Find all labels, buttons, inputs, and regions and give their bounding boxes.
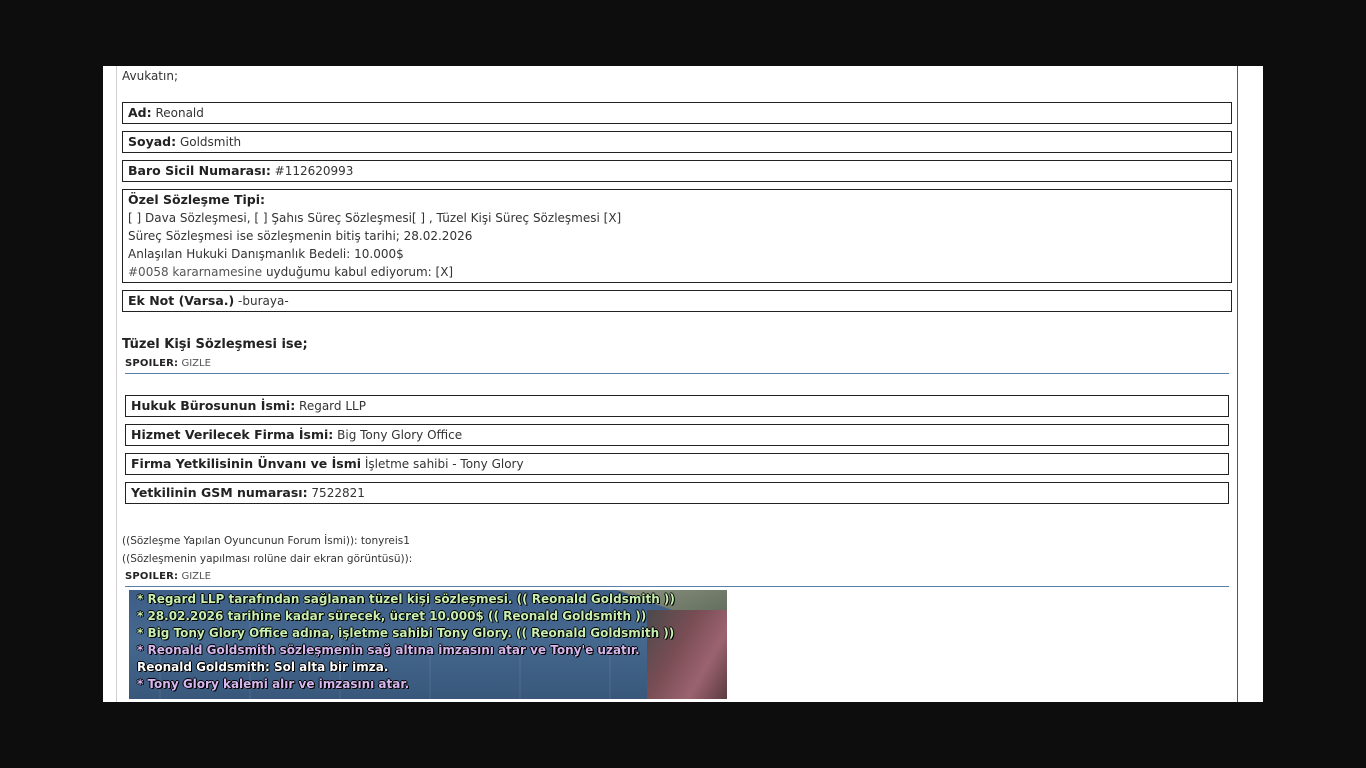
field-label: Soyad:: [128, 134, 177, 149]
decree-text: uyduğumu kabul ediyorum: [X]: [262, 265, 454, 279]
field-law-firm: Hukuk Bürosunun İsmi: Regard LLP: [125, 395, 1229, 417]
spoiler-label: SPOILER:: [125, 571, 179, 582]
decree-link[interactable]: #0058 kararnamesine: [128, 265, 262, 279]
field-surname: Soyad: Goldsmith: [122, 131, 1232, 153]
chat-line: * 28.02.2026 tarihine kadar sürecek, ücr…: [137, 609, 647, 623]
note-value: -buraya-: [234, 294, 289, 308]
note-label: Ek Not (Varsa.): [128, 293, 235, 308]
field-label: Hizmet Verilecek Firma İsmi:: [131, 427, 334, 442]
chat-line: Reonald Goldsmith: Sol alta bir imza.: [137, 660, 389, 674]
field-label: Baro Sicil Numarası:: [128, 163, 271, 178]
post-content: Avukatın; Ad: Reonald Soyad: Goldsmith B…: [122, 66, 1232, 699]
spoiler-header: SPOILER: GIZLE: [125, 357, 1229, 374]
field-value: İşletme sahibi - Tony Glory: [364, 457, 524, 471]
forum-post-page: Avukatın; Ad: Reonald Soyad: Goldsmith B…: [103, 66, 1263, 702]
field-name: Ad: Reonald: [122, 102, 1232, 124]
note-box: Ek Not (Varsa.) -buraya-: [122, 290, 1232, 312]
field-value: Goldsmith: [179, 135, 242, 149]
chat-line: * Regard LLP tarafından sağlanan tüzel k…: [137, 592, 675, 606]
contract-line: Süreç Sözleşmesi ise sözleşmenin bitiş t…: [128, 229, 473, 243]
field-label: Ad:: [128, 105, 152, 120]
contract-line: [ ] Dava Sözleşmesi, [ ] Şahıs Süreç Söz…: [128, 211, 622, 225]
field-value: 7522821: [311, 486, 365, 500]
field-company-officer: Firma Yetkilisinin Ünvanı ve İsmi İşletm…: [125, 453, 1229, 475]
field-value: Big Tony Glory Office: [337, 428, 463, 442]
contract-type-box: Özel Sözleşme Tipi: [ ] Dava Sözleşmesi,…: [122, 189, 1232, 283]
field-label: Hukuk Bürosunun İsmi:: [131, 398, 296, 413]
contract-line: Anlaşılan Hukuki Danışmanlık Bedeli: 10.…: [128, 247, 404, 261]
contract-type-label: Özel Sözleşme Tipi:: [128, 192, 265, 207]
spoiler-header: SPOILER: GIZLE: [125, 570, 1229, 587]
field-officer-gsm: Yetkilinin GSM numarası: 7522821: [125, 482, 1229, 504]
forum-name-line: ((Sözleşme Yapılan Oyuncunun Forum İsmi)…: [122, 535, 410, 547]
chat-line: * Tony Glory kalemi alır ve imzasını ata…: [137, 677, 410, 691]
chat-log: * Regard LLP tarafından sağlanan tüzel k…: [137, 591, 675, 693]
decree-line: #0058 kararnamesine uyduğumu kabul ediyo…: [128, 263, 1226, 281]
roleplay-screenshot: * Regard LLP tarafından sağlanan tüzel k…: [129, 590, 727, 699]
field-label: Yetkilinin GSM numarası:: [131, 485, 308, 500]
field-value: Reonald: [155, 106, 204, 120]
screenshot-caption: ((Sözleşmenin yapılması rolüne dair ekra…: [122, 553, 413, 565]
spoiler-body: Hukuk Bürosunun İsmi: Regard LLP Hizmet …: [125, 374, 1229, 504]
corporate-heading: Tüzel Kişi Sözleşmesi ise;: [122, 337, 308, 352]
spoiler-label: SPOILER:: [125, 358, 179, 369]
intro-text: Avukatın;: [122, 69, 178, 83]
spoiler-toggle-button[interactable]: GIZLE: [181, 571, 210, 582]
chat-line: * Big Tony Glory Office adına, işletme s…: [137, 626, 675, 640]
field-value: #112620993: [274, 164, 354, 178]
field-bar-number: Baro Sicil Numarası: #112620993: [122, 160, 1232, 182]
right-divider: [1237, 66, 1238, 702]
field-company: Hizmet Verilecek Firma İsmi: Big Tony Gl…: [125, 424, 1229, 446]
field-label: Firma Yetkilisinin Ünvanı ve İsmi: [131, 456, 362, 471]
spoiler-toggle-button[interactable]: GIZLE: [181, 358, 210, 369]
chat-line: * Reonald Goldsmith sözleşmenin sağ altı…: [137, 643, 640, 657]
field-value: Regard LLP: [299, 399, 366, 413]
left-divider: [116, 66, 117, 702]
